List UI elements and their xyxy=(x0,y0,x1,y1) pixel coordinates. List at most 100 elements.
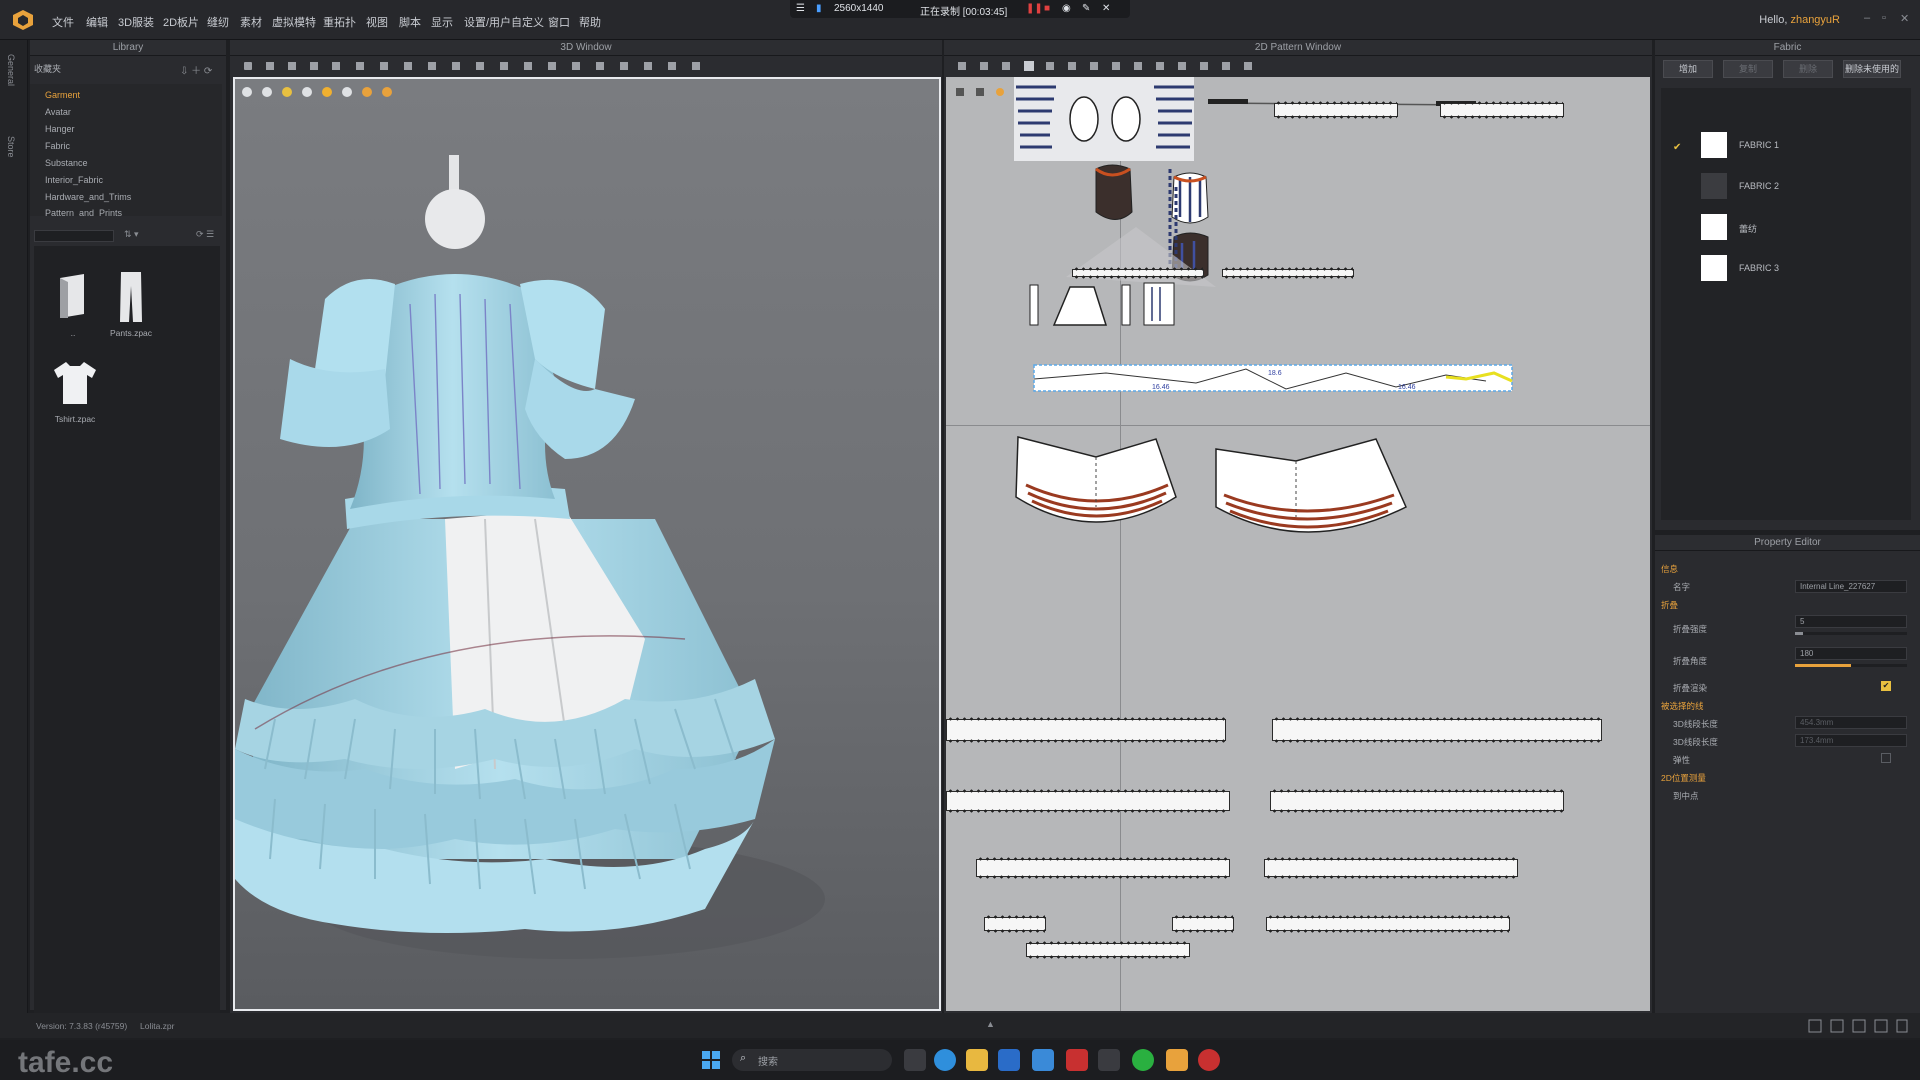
menu-settings[interactable]: 设置/用户自定义 xyxy=(464,14,544,30)
ruffle-strip[interactable] xyxy=(976,857,1230,879)
clo-icon[interactable] xyxy=(1166,1049,1188,1071)
pause-icon[interactable]: ❚❚ xyxy=(1026,3,1043,14)
windows-start-icon[interactable] xyxy=(700,1049,722,1071)
menu-help[interactable]: 帮助 xyxy=(579,14,601,30)
name-field[interactable]: Internal Line_227627 xyxy=(1795,580,1907,593)
menu-window[interactable]: 窗口 xyxy=(548,14,570,30)
property-editor: Property Editor 信息 名字 Internal Line_2276… xyxy=(1655,535,1920,1013)
recorder-icon[interactable] xyxy=(1198,1049,1220,1071)
ruffle-strip[interactable] xyxy=(1264,857,1518,879)
ruffle-strip[interactable] xyxy=(1274,101,1398,119)
ruffle-strip[interactable] xyxy=(1026,941,1190,959)
file-explorer-icon[interactable] xyxy=(966,1049,988,1071)
menu-materials[interactable]: 素材 xyxy=(240,14,262,30)
ruffle-strip[interactable] xyxy=(1222,267,1354,279)
3d-viewport[interactable] xyxy=(233,77,941,1011)
2d-tool-icons[interactable] xyxy=(958,60,1378,72)
add-fabric-button[interactable]: 增加 xyxy=(1663,60,1713,78)
library-item-hardware[interactable]: Hardware_and_Trims xyxy=(45,192,131,202)
ruffle-strip[interactable] xyxy=(1272,717,1602,743)
ruffle-strip[interactable] xyxy=(1072,267,1204,279)
menu-file[interactable]: 文件 xyxy=(52,14,74,30)
menu-view[interactable]: 视图 xyxy=(366,14,388,30)
menu-edit[interactable]: 编辑 xyxy=(86,14,108,30)
library-search-input[interactable] xyxy=(34,230,114,242)
tab-general[interactable]: General xyxy=(6,54,16,86)
menu-3d-garment[interactable]: 3D服装 xyxy=(118,14,154,30)
maximize-icon[interactable]: ▫ xyxy=(1882,12,1886,24)
sort-icon[interactable]: ⇅ ▾ xyxy=(124,229,139,240)
pants-icon[interactable] xyxy=(118,272,144,322)
menu-2d-pattern[interactable]: 2D板片 xyxy=(163,14,199,30)
3d-tool-icons[interactable] xyxy=(244,60,734,72)
2d-viewport[interactable]: 16.46 16.46 18.6 xyxy=(946,77,1650,1011)
pen-icon[interactable]: ✎ xyxy=(1082,3,1090,14)
close-icon[interactable]: ✕ xyxy=(1102,3,1110,14)
section-2d-position[interactable]: 2D位置测量 xyxy=(1661,772,1706,784)
store-icon[interactable] xyxy=(998,1049,1020,1071)
wechat-icon[interactable] xyxy=(1132,1049,1154,1071)
ruffle-strip[interactable] xyxy=(1440,101,1564,119)
list-icon[interactable]: ☰ xyxy=(796,3,805,14)
ruffle-strip[interactable] xyxy=(1172,915,1234,933)
layout-icons[interactable] xyxy=(1808,1019,1908,1033)
wps-icon[interactable] xyxy=(1066,1049,1088,1071)
fold-strength-slider[interactable] xyxy=(1795,632,1907,635)
elastic-checkbox[interactable] xyxy=(1881,753,1891,763)
mic-icon[interactable]: ▮ xyxy=(816,3,822,14)
ruffle-strip[interactable] xyxy=(1270,789,1564,813)
fold-angle-slider[interactable] xyxy=(1795,664,1907,667)
library-add-icon[interactable]: ⇩ ＋ ⟳ xyxy=(180,62,212,77)
ruffle-strip[interactable] xyxy=(946,717,1226,743)
library-item-garment[interactable]: Garment xyxy=(45,90,80,100)
app-icon[interactable] xyxy=(1032,1049,1054,1071)
fold-strength-field[interactable]: 5 xyxy=(1795,615,1907,628)
ruffle-strip[interactable] xyxy=(946,789,1230,813)
section-selected-line[interactable]: 被选择的线 xyxy=(1661,700,1704,712)
library-item-hanger[interactable]: Hanger xyxy=(45,124,75,134)
fold-render-checkbox[interactable]: ✔ xyxy=(1881,681,1891,691)
sleeve-pattern xyxy=(1014,77,1194,161)
fold-render-label: 折叠渲染 xyxy=(1673,683,1708,693)
midpoint-label[interactable]: 到中点 xyxy=(1673,790,1699,802)
library-item-pattern[interactable]: Pattern_and_Prints xyxy=(45,208,122,216)
app-logo-icon[interactable] xyxy=(12,9,34,31)
menu-retopology[interactable]: 重拓扑 xyxy=(323,14,356,30)
menu-display[interactable]: 显示 xyxy=(431,14,453,30)
elastic-label: 弹性 xyxy=(1673,755,1691,765)
section-fold[interactable]: 折叠 xyxy=(1661,599,1678,611)
taskbar-search-input[interactable]: ⌕ 搜索 xyxy=(732,1049,892,1071)
fold-angle-label: 折叠角度 xyxy=(1673,656,1708,666)
view-mode-icon[interactable]: ⟳ ☰ xyxy=(196,229,214,240)
delete-fabric-button[interactable]: 删除 xyxy=(1783,60,1833,78)
menu-sewing[interactable]: 缝纫 xyxy=(207,14,229,30)
window-close-icon[interactable]: ✕ xyxy=(1900,12,1909,25)
library-item-avatar[interactable]: Avatar xyxy=(45,107,71,117)
library-tree: Garment Avatar Hanger Fabric Substance I… xyxy=(30,84,222,216)
folder-up-icon[interactable] xyxy=(54,274,92,318)
minimize-icon[interactable]: – xyxy=(1864,12,1870,24)
delete-unused-button[interactable]: 删除未使用的 xyxy=(1843,60,1901,78)
collapse-icon[interactable]: ▲ xyxy=(986,1019,995,1029)
user-greeting[interactable]: Hello, zhangyuR xyxy=(1759,14,1840,26)
menu-avatar[interactable]: 虚拟模特 xyxy=(272,14,316,30)
fold-angle-field[interactable]: 180 xyxy=(1795,647,1907,660)
tshirt-icon[interactable] xyxy=(52,360,98,404)
camera-icon[interactable]: ◉ xyxy=(1062,3,1071,14)
task-view-icon[interactable] xyxy=(904,1049,926,1071)
stop-icon[interactable]: ■ xyxy=(1044,3,1050,14)
search-placeholder: 搜索 xyxy=(758,1057,778,1068)
section-info[interactable]: 信息 xyxy=(1661,563,1678,575)
menu-script[interactable]: 脚本 xyxy=(399,14,421,30)
ruffle-strip[interactable] xyxy=(1266,915,1510,933)
library-item-interior-fabric[interactable]: Interior_Fabric xyxy=(45,175,103,185)
library-item-substance[interactable]: Substance xyxy=(45,158,88,168)
os-taskbar: tafe.cc ⌕ 搜索 xyxy=(0,1040,1920,1080)
tab-store[interactable]: Store xyxy=(6,136,16,158)
app-icon[interactable] xyxy=(1098,1049,1120,1071)
library-item-fabric[interactable]: Fabric xyxy=(45,141,70,151)
copy-fabric-button[interactable]: 复制 xyxy=(1723,60,1773,78)
ruffle-strip[interactable] xyxy=(984,915,1046,933)
edge-icon[interactable] xyxy=(934,1049,956,1071)
dress-3d-model[interactable] xyxy=(235,79,939,1009)
